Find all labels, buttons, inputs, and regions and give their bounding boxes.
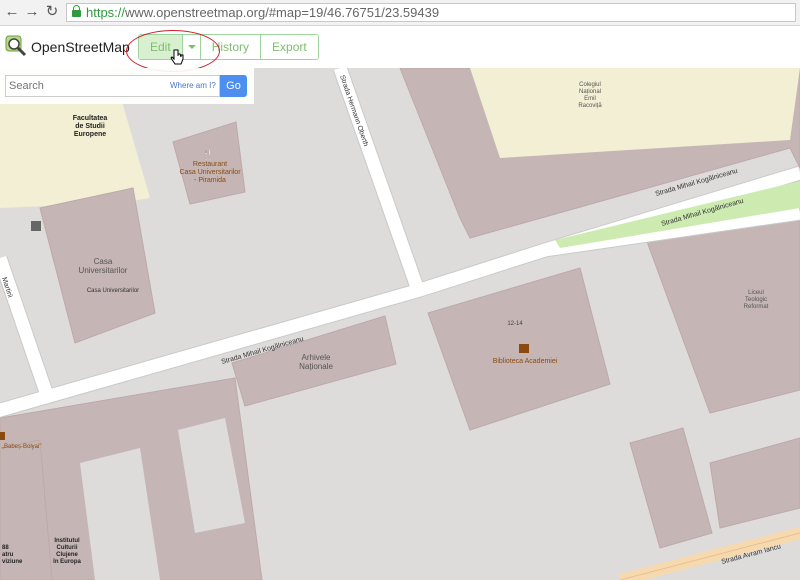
label-institutul-2: Culturii (57, 545, 78, 551)
search-panel: Where am I? Go (0, 68, 254, 104)
university-icon (0, 432, 5, 440)
atm-icon (31, 221, 41, 231)
label-arhivele-1: Arhivele (302, 353, 331, 362)
label-partial-2: atru (2, 552, 14, 558)
osm-magnifier-logo-icon[interactable] (5, 35, 27, 57)
hand-cursor-icon (170, 49, 184, 65)
label-liceul-1: Liceul (748, 290, 764, 296)
label-partial-3: viziune (2, 559, 23, 565)
label-institutul-4: în Europa (52, 559, 81, 565)
label-casa-2: Universitarilor (79, 266, 128, 275)
label-arhivele-2: Naționale (299, 362, 333, 371)
label-babes: „Babeș-Bolyai" (2, 444, 41, 450)
site-header: OpenStreetMap Edit History Export (0, 26, 800, 68)
label-casa-1: Casa (94, 257, 113, 266)
label-institutul-1: Institutul (54, 538, 80, 544)
where-am-i-link[interactable]: Where am I? (170, 81, 216, 90)
back-arrow-icon[interactable]: ← (3, 3, 21, 21)
label-colegiul-2: Național (579, 89, 601, 95)
url-path: www.openstreetmap.org/#map=19/46.76751/2… (125, 5, 440, 20)
lock-icon (72, 5, 81, 17)
label-biblioteca: Biblioteca Academiei (493, 358, 558, 365)
label-partial-1: 88 (2, 545, 9, 551)
url-scheme: https:// (86, 5, 126, 20)
library-icon (519, 344, 529, 353)
label-liceul-2: Teologic (745, 297, 767, 303)
fork-knife-icon: 🍴 (202, 148, 214, 161)
label-colegiul-1: Colegiul (579, 82, 601, 88)
label-colegiul-3: Emil (584, 96, 596, 102)
reload-icon[interactable]: ↻ (43, 3, 61, 21)
site-brand[interactable]: OpenStreetMap (31, 39, 130, 55)
export-button[interactable]: Export (261, 35, 318, 59)
label-liceul-3: Reformat (744, 304, 769, 310)
map-svg[interactable]: Facultatea de Studii Europene 🍴 Restaura… (0, 68, 800, 580)
map-canvas[interactable]: Facultatea de Studii Europene 🍴 Restaura… (0, 68, 800, 580)
header-button-group: Edit History Export (138, 34, 319, 60)
address-bar[interactable]: https://www.openstreetmap.org/#map=19/46… (66, 3, 796, 22)
label-casa-small: Casa Universitarilor (87, 288, 139, 294)
label-restaurant-3: - Piramida (194, 177, 226, 184)
go-button[interactable]: Go (220, 75, 247, 97)
label-facultatea-3: Europene (74, 131, 106, 138)
label-institutul-3: Clujene (56, 552, 78, 558)
history-button[interactable]: History (200, 35, 262, 59)
browser-toolbar: ← → ↻ https://www.openstreetmap.org/#map… (0, 0, 800, 26)
label-address: 12-14 (507, 321, 523, 327)
label-facultatea-2: de Studii (75, 123, 105, 130)
label-colegiul-4: Racoviță (578, 103, 602, 109)
label-restaurant-1: Restaurant (193, 161, 227, 168)
edit-dropdown-caret-icon[interactable] (182, 35, 201, 59)
label-facultatea-1: Facultatea (73, 115, 108, 122)
forward-arrow-icon[interactable]: → (23, 3, 41, 21)
label-restaurant-2: Casa Universitarilor (179, 169, 241, 176)
